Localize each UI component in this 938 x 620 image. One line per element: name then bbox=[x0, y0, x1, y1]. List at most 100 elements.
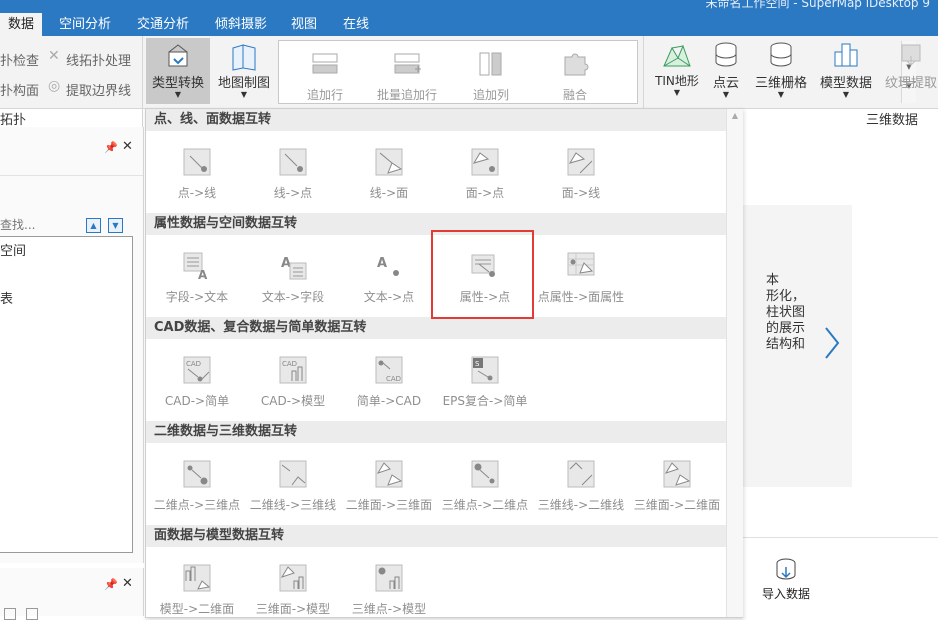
point-cloud-button[interactable]: 点云 ▼ bbox=[706, 42, 746, 99]
3d-raster-button[interactable]: 三维栅格 ▼ bbox=[750, 42, 812, 99]
map-make-dropdown-arrow-icon: ▼ bbox=[240, 90, 248, 99]
model-data-button[interactable]: 模型数据 ▼ bbox=[815, 42, 877, 99]
3d-data-group-label: 三维数据 bbox=[866, 113, 919, 128]
start-page-card: 本 形化， 柱状图 的展示 结构和 bbox=[742, 205, 852, 487]
tab-spatial-analysis[interactable]: 空间分析 bbox=[50, 13, 120, 36]
merge-button[interactable]: 融合 bbox=[535, 51, 615, 103]
point-to-line-button[interactable]: 点->线 bbox=[149, 147, 245, 200]
2d-line-to-3d-line-button[interactable]: 二维线->三维线 bbox=[245, 459, 341, 512]
import-database-icon bbox=[776, 558, 796, 580]
title-bar: 未命名工作空间 - SuperMap iDesktop 9 bbox=[0, 0, 938, 10]
section-header: 面数据与模型数据互转 bbox=[146, 525, 726, 547]
2d-polygon-to-3d-polygon-icon bbox=[375, 460, 403, 488]
line-to-polygon-button[interactable]: 线->面 bbox=[341, 147, 437, 200]
section-header: 点、线、面数据互转 bbox=[146, 109, 726, 131]
3d-line-to-2d-line-icon bbox=[567, 460, 595, 488]
type-convert-dropdown: 点、线、面数据互转 点->线 线->点 线->面 面->点 面->线 属性数据与… bbox=[145, 108, 743, 618]
line-topology-button[interactable]: 线拓扑处理 bbox=[66, 50, 131, 69]
import-data-label: 导入数据 bbox=[761, 587, 810, 601]
dropdown-scrollbar[interactable]: ▲ bbox=[726, 109, 743, 617]
topology-check-button[interactable]: 扑检查 bbox=[0, 50, 39, 69]
polygon-to-line-icon bbox=[567, 148, 595, 176]
2d-point-to-3d-point-button[interactable]: 二维点->三维点 bbox=[149, 459, 245, 512]
cad-to-simple-button[interactable]: CAD CAD->简单 bbox=[149, 355, 245, 408]
map-make-label: 地图制图 bbox=[217, 76, 270, 91]
divider bbox=[742, 537, 938, 538]
text-to-point-button[interactable]: A 文本->点 bbox=[341, 251, 437, 304]
next-arrow-icon[interactable] bbox=[822, 325, 842, 361]
tab-oblique-photography[interactable]: 倾斜摄影 bbox=[206, 13, 276, 36]
3d-line-to-2d-line-button[interactable]: 三维线->二维线 bbox=[533, 459, 629, 512]
tin-terrain-button[interactable]: TIN地形 ▼ bbox=[650, 42, 704, 97]
cad-to-model-icon: CAD bbox=[279, 356, 307, 384]
tool-icon[interactable] bbox=[4, 608, 16, 620]
map-make-button[interactable]: 地图制图 ▼ bbox=[213, 38, 275, 104]
line-to-point-icon bbox=[279, 148, 307, 176]
layer-panel: 📌 ✕ bbox=[0, 568, 144, 620]
topology-polygon-button[interactable]: 扑构面 bbox=[0, 80, 39, 99]
section-header: CAD数据、复合数据与简单数据互转 bbox=[146, 317, 726, 339]
extract-boundary-button[interactable]: 提取边界线 bbox=[66, 80, 131, 99]
point-attr-to-polygon-attr-button[interactable]: 点属性->面属性 bbox=[533, 251, 629, 304]
close-icon[interactable]: ✕ bbox=[122, 139, 133, 154]
polygon-to-line-button[interactable]: 面->线 bbox=[533, 147, 629, 200]
3d-polygon-to-model-icon bbox=[279, 564, 307, 592]
field-to-text-button[interactable]: A 字段->文本 bbox=[149, 251, 245, 304]
svg-text:A: A bbox=[198, 268, 208, 281]
simple-to-cad-icon: CAD bbox=[375, 356, 403, 384]
3d-point-to-2d-point-button[interactable]: 三维点->二维点 bbox=[437, 459, 533, 512]
3d-polygon-to-model-button[interactable]: 三维面->模型 bbox=[245, 563, 341, 616]
batch-append-row-icon bbox=[394, 53, 421, 74]
text-to-field-button[interactable]: A 文本->字段 bbox=[245, 251, 341, 304]
text-to-point-icon: A bbox=[377, 256, 399, 276]
polygon-to-point-button[interactable]: 面->点 bbox=[437, 147, 533, 200]
model-to-2d-polygon-button[interactable]: 模型->二维面 bbox=[149, 563, 245, 616]
polygon-to-point-icon bbox=[471, 148, 499, 176]
point-cloud-dropdown-icon: ▼ bbox=[722, 90, 730, 99]
model-data-label: 模型数据 bbox=[819, 76, 872, 91]
database-icon bbox=[770, 42, 792, 67]
eps-to-simple-icon: S bbox=[471, 356, 499, 384]
3d-point-to-model-button[interactable]: 三维点->模型 bbox=[341, 563, 437, 616]
tree-item-space[interactable]: 空间 bbox=[0, 240, 26, 259]
search-up-icon[interactable]: ▲ bbox=[86, 218, 101, 233]
texture-extract-icon bbox=[901, 44, 921, 66]
svg-text:CAD: CAD bbox=[282, 360, 297, 368]
import-data-button[interactable]: 导入数据 bbox=[754, 558, 818, 602]
cad-to-model-button[interactable]: CAD CAD->模型 bbox=[245, 355, 341, 408]
tab-data[interactable]: 数据 bbox=[0, 13, 42, 36]
highlight-box bbox=[431, 230, 534, 319]
2d-line-to-3d-line-icon bbox=[279, 460, 307, 488]
tab-online[interactable]: 在线 bbox=[334, 13, 378, 36]
point-cloud-label: 点云 bbox=[712, 76, 739, 91]
line-to-polygon-icon bbox=[375, 148, 403, 176]
tab-view[interactable]: 视图 bbox=[282, 13, 326, 36]
scroll-up-icon[interactable]: ▲ bbox=[727, 111, 743, 120]
tin-dropdown-icon: ▼ bbox=[673, 88, 681, 97]
tree-item-table[interactable]: 表 bbox=[0, 288, 13, 307]
append-row-button[interactable]: 追加行 bbox=[285, 51, 365, 103]
map-book-icon bbox=[232, 44, 256, 71]
tool-icon[interactable] bbox=[26, 608, 38, 620]
model-to-2d-polygon-icon bbox=[183, 564, 211, 592]
2d-polygon-to-3d-polygon-button[interactable]: 二维面->三维面 bbox=[341, 459, 437, 512]
menu-bar: 数据 空间分析 交通分析 倾斜摄影 视图 在线 bbox=[0, 10, 938, 36]
simple-to-cad-button[interactable]: CAD 简单->CAD bbox=[341, 355, 437, 408]
texture-extract-button[interactable]: 纹理提取 bbox=[880, 42, 938, 91]
append-row-label: 追加行 bbox=[306, 88, 343, 102]
append-column-button[interactable]: 追加列 bbox=[451, 51, 531, 103]
line-topology-icon: ✕ bbox=[48, 48, 60, 64]
tab-traffic-analysis[interactable]: 交通分析 bbox=[128, 13, 198, 36]
tin-terrain-icon bbox=[663, 44, 691, 67]
svg-text:CAD: CAD bbox=[186, 360, 201, 368]
pin-icon[interactable]: 📌 bbox=[104, 141, 118, 154]
search-down-icon[interactable]: ▼ bbox=[108, 218, 123, 233]
pin-icon[interactable]: 📌 bbox=[104, 578, 118, 591]
3d-polygon-to-2d-polygon-button[interactable]: 三维面->二维面 bbox=[629, 459, 725, 512]
line-to-point-button[interactable]: 线->点 bbox=[245, 147, 341, 200]
type-convert-button[interactable]: 类型转换 ▼ bbox=[146, 38, 210, 104]
eps-to-simple-button[interactable]: S EPS复合->简单 bbox=[437, 355, 533, 408]
close-icon[interactable]: ✕ bbox=[122, 576, 133, 591]
search-input[interactable] bbox=[0, 216, 80, 234]
batch-append-row-button[interactable]: 批量追加行 bbox=[367, 51, 447, 103]
